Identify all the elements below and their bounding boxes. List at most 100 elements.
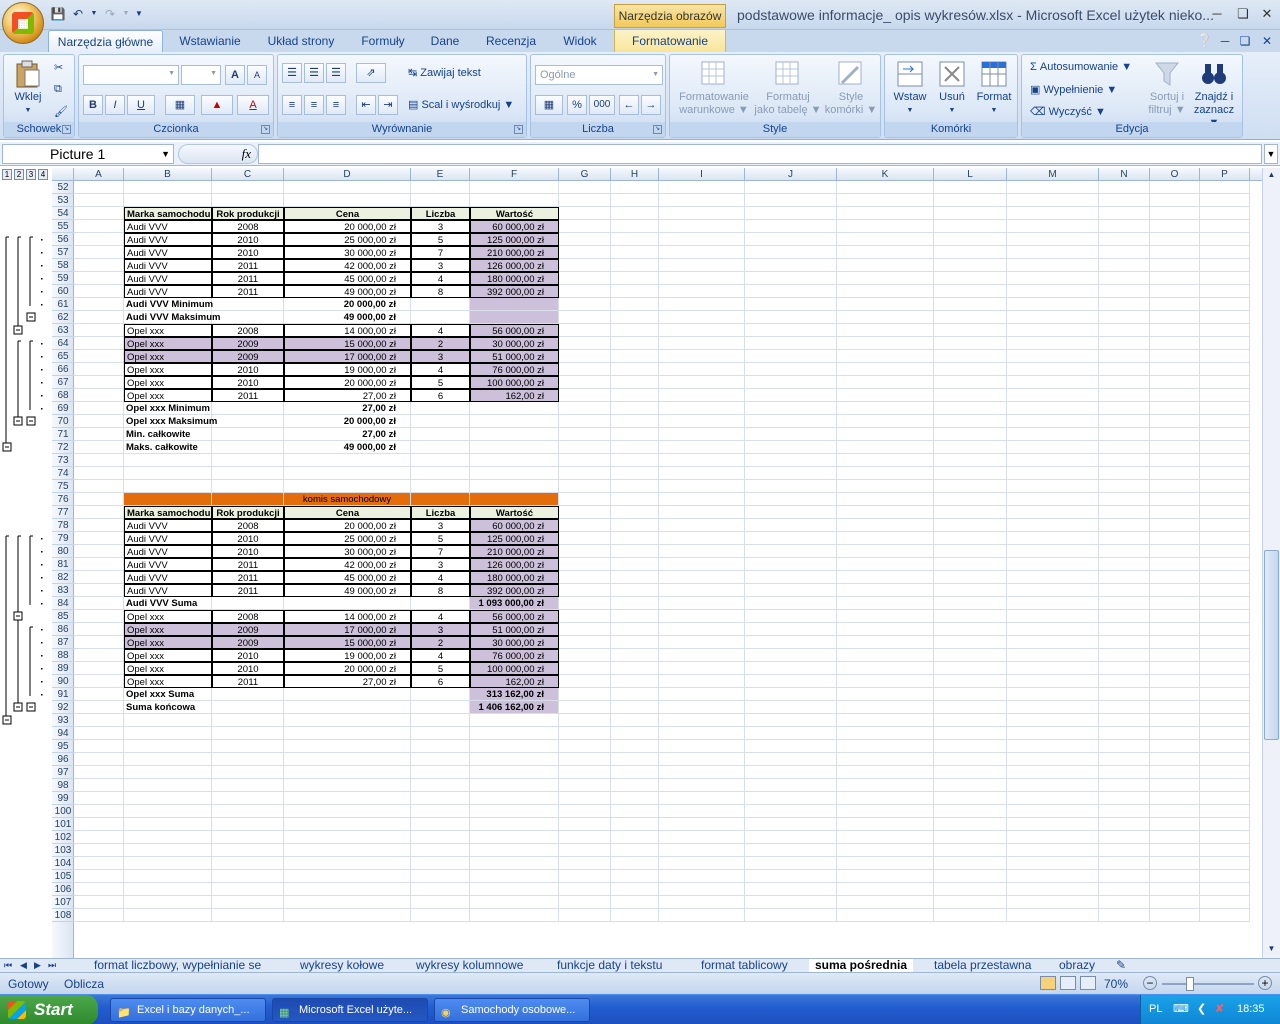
cell[interactable] <box>934 545 1007 558</box>
cell[interactable] <box>1007 610 1099 623</box>
cell[interactable] <box>74 259 124 272</box>
fill-button[interactable]: ▣ Wypełnienie ▼ <box>1030 83 1117 96</box>
cell[interactable] <box>745 298 837 311</box>
cell[interactable] <box>74 896 124 909</box>
cell[interactable] <box>559 311 611 324</box>
cell[interactable] <box>74 285 124 298</box>
cell[interactable] <box>1200 688 1250 701</box>
cell[interactable] <box>837 623 934 636</box>
table-cell[interactable]: 20 000,00 zł <box>284 519 411 532</box>
cell[interactable] <box>1099 285 1150 298</box>
table-header-cell[interactable]: Rok produkcji <box>212 506 284 519</box>
bold-button[interactable]: B <box>83 95 103 115</box>
cell[interactable] <box>470 194 559 207</box>
cell[interactable] <box>74 909 124 922</box>
cell[interactable] <box>1007 272 1099 285</box>
table-cell[interactable]: Suma końcowa <box>124 701 212 714</box>
table-cell[interactable]: 2011 <box>212 389 284 402</box>
table-cell[interactable]: 3 <box>411 519 470 532</box>
tab-view[interactable]: Widok <box>552 30 608 52</box>
cell[interactable] <box>611 857 659 870</box>
vertical-scrollbar[interactable]: ▲ ▼ <box>1262 168 1280 958</box>
cell[interactable] <box>212 454 284 467</box>
align-top-icon[interactable]: ☰ <box>282 63 302 83</box>
cell[interactable] <box>212 896 284 909</box>
cell[interactable] <box>74 623 124 636</box>
cell[interactable] <box>745 896 837 909</box>
cell[interactable] <box>1007 389 1099 402</box>
wrap-text-button[interactable]: ↹ Zawijaj tekst <box>408 66 481 79</box>
table-header-cell[interactable]: Marka samochodu <box>124 207 212 220</box>
cell[interactable] <box>934 597 1007 610</box>
cell[interactable] <box>837 454 934 467</box>
cell[interactable] <box>1007 337 1099 350</box>
cell[interactable] <box>1007 584 1099 597</box>
cell[interactable] <box>934 558 1007 571</box>
cell[interactable] <box>559 649 611 662</box>
cell[interactable] <box>659 844 745 857</box>
cell[interactable] <box>659 610 745 623</box>
cell[interactable] <box>1007 714 1099 727</box>
cell[interactable] <box>745 285 837 298</box>
table-cell[interactable]: 3 <box>411 623 470 636</box>
cell[interactable] <box>659 285 745 298</box>
cell[interactable] <box>212 753 284 766</box>
cell[interactable] <box>1150 545 1200 558</box>
cell[interactable] <box>212 857 284 870</box>
row-header[interactable]: 103 <box>52 844 74 857</box>
align-center-icon[interactable]: ≡ <box>304 95 324 115</box>
table-cell[interactable]: Audi VVV Minimum <box>124 298 213 311</box>
cell[interactable] <box>659 688 745 701</box>
cell[interactable] <box>837 844 934 857</box>
cell[interactable] <box>611 233 659 246</box>
cell[interactable] <box>559 584 611 597</box>
cell[interactable] <box>284 831 411 844</box>
insert-sheet-icon[interactable]: ✎ <box>1110 959 1132 973</box>
cell[interactable] <box>1099 532 1150 545</box>
table-cell[interactable]: 100 000,00 zł <box>470 376 559 389</box>
help-icon[interactable]: ❔ <box>1196 30 1214 52</box>
cell[interactable] <box>611 194 659 207</box>
cell[interactable] <box>611 519 659 532</box>
cell[interactable] <box>837 480 934 493</box>
table-cell[interactable]: 56 000,00 zł <box>470 324 559 337</box>
cell[interactable] <box>659 701 745 714</box>
cell[interactable] <box>124 818 212 831</box>
cell[interactable] <box>1150 714 1200 727</box>
cell[interactable] <box>611 818 659 831</box>
table-cell[interactable] <box>411 428 470 441</box>
minimize-icon[interactable]: ─ <box>1206 4 1228 24</box>
cell[interactable] <box>837 181 934 194</box>
cell[interactable] <box>1007 519 1099 532</box>
cell[interactable] <box>1150 792 1200 805</box>
cell[interactable] <box>745 792 837 805</box>
cell[interactable] <box>74 688 124 701</box>
cell[interactable] <box>74 272 124 285</box>
cell[interactable] <box>559 870 611 883</box>
cell[interactable] <box>1007 662 1099 675</box>
table-cell[interactable] <box>212 298 284 311</box>
cell[interactable] <box>611 259 659 272</box>
cell[interactable] <box>74 662 124 675</box>
cell[interactable] <box>934 454 1007 467</box>
cell-styles-button[interactable]: Style komórki ▼ <box>822 59 880 117</box>
cell[interactable] <box>659 415 745 428</box>
cell[interactable] <box>745 337 837 350</box>
table-cell[interactable]: 210 000,00 zł <box>470 246 559 259</box>
cell[interactable] <box>559 272 611 285</box>
cell[interactable] <box>470 909 559 922</box>
row-header[interactable]: 62 <box>52 311 74 324</box>
cell[interactable] <box>659 675 745 688</box>
cell[interactable] <box>1200 857 1250 870</box>
table-cell[interactable]: 20 000,00 zł <box>284 298 411 311</box>
cell[interactable] <box>559 727 611 740</box>
cell[interactable] <box>1200 753 1250 766</box>
cell[interactable] <box>1099 389 1150 402</box>
cell[interactable] <box>411 181 470 194</box>
cell[interactable] <box>74 831 124 844</box>
row-header[interactable]: 72 <box>52 441 74 454</box>
cell[interactable] <box>934 207 1007 220</box>
cell[interactable] <box>411 844 470 857</box>
cell[interactable] <box>934 467 1007 480</box>
cell[interactable] <box>124 727 212 740</box>
